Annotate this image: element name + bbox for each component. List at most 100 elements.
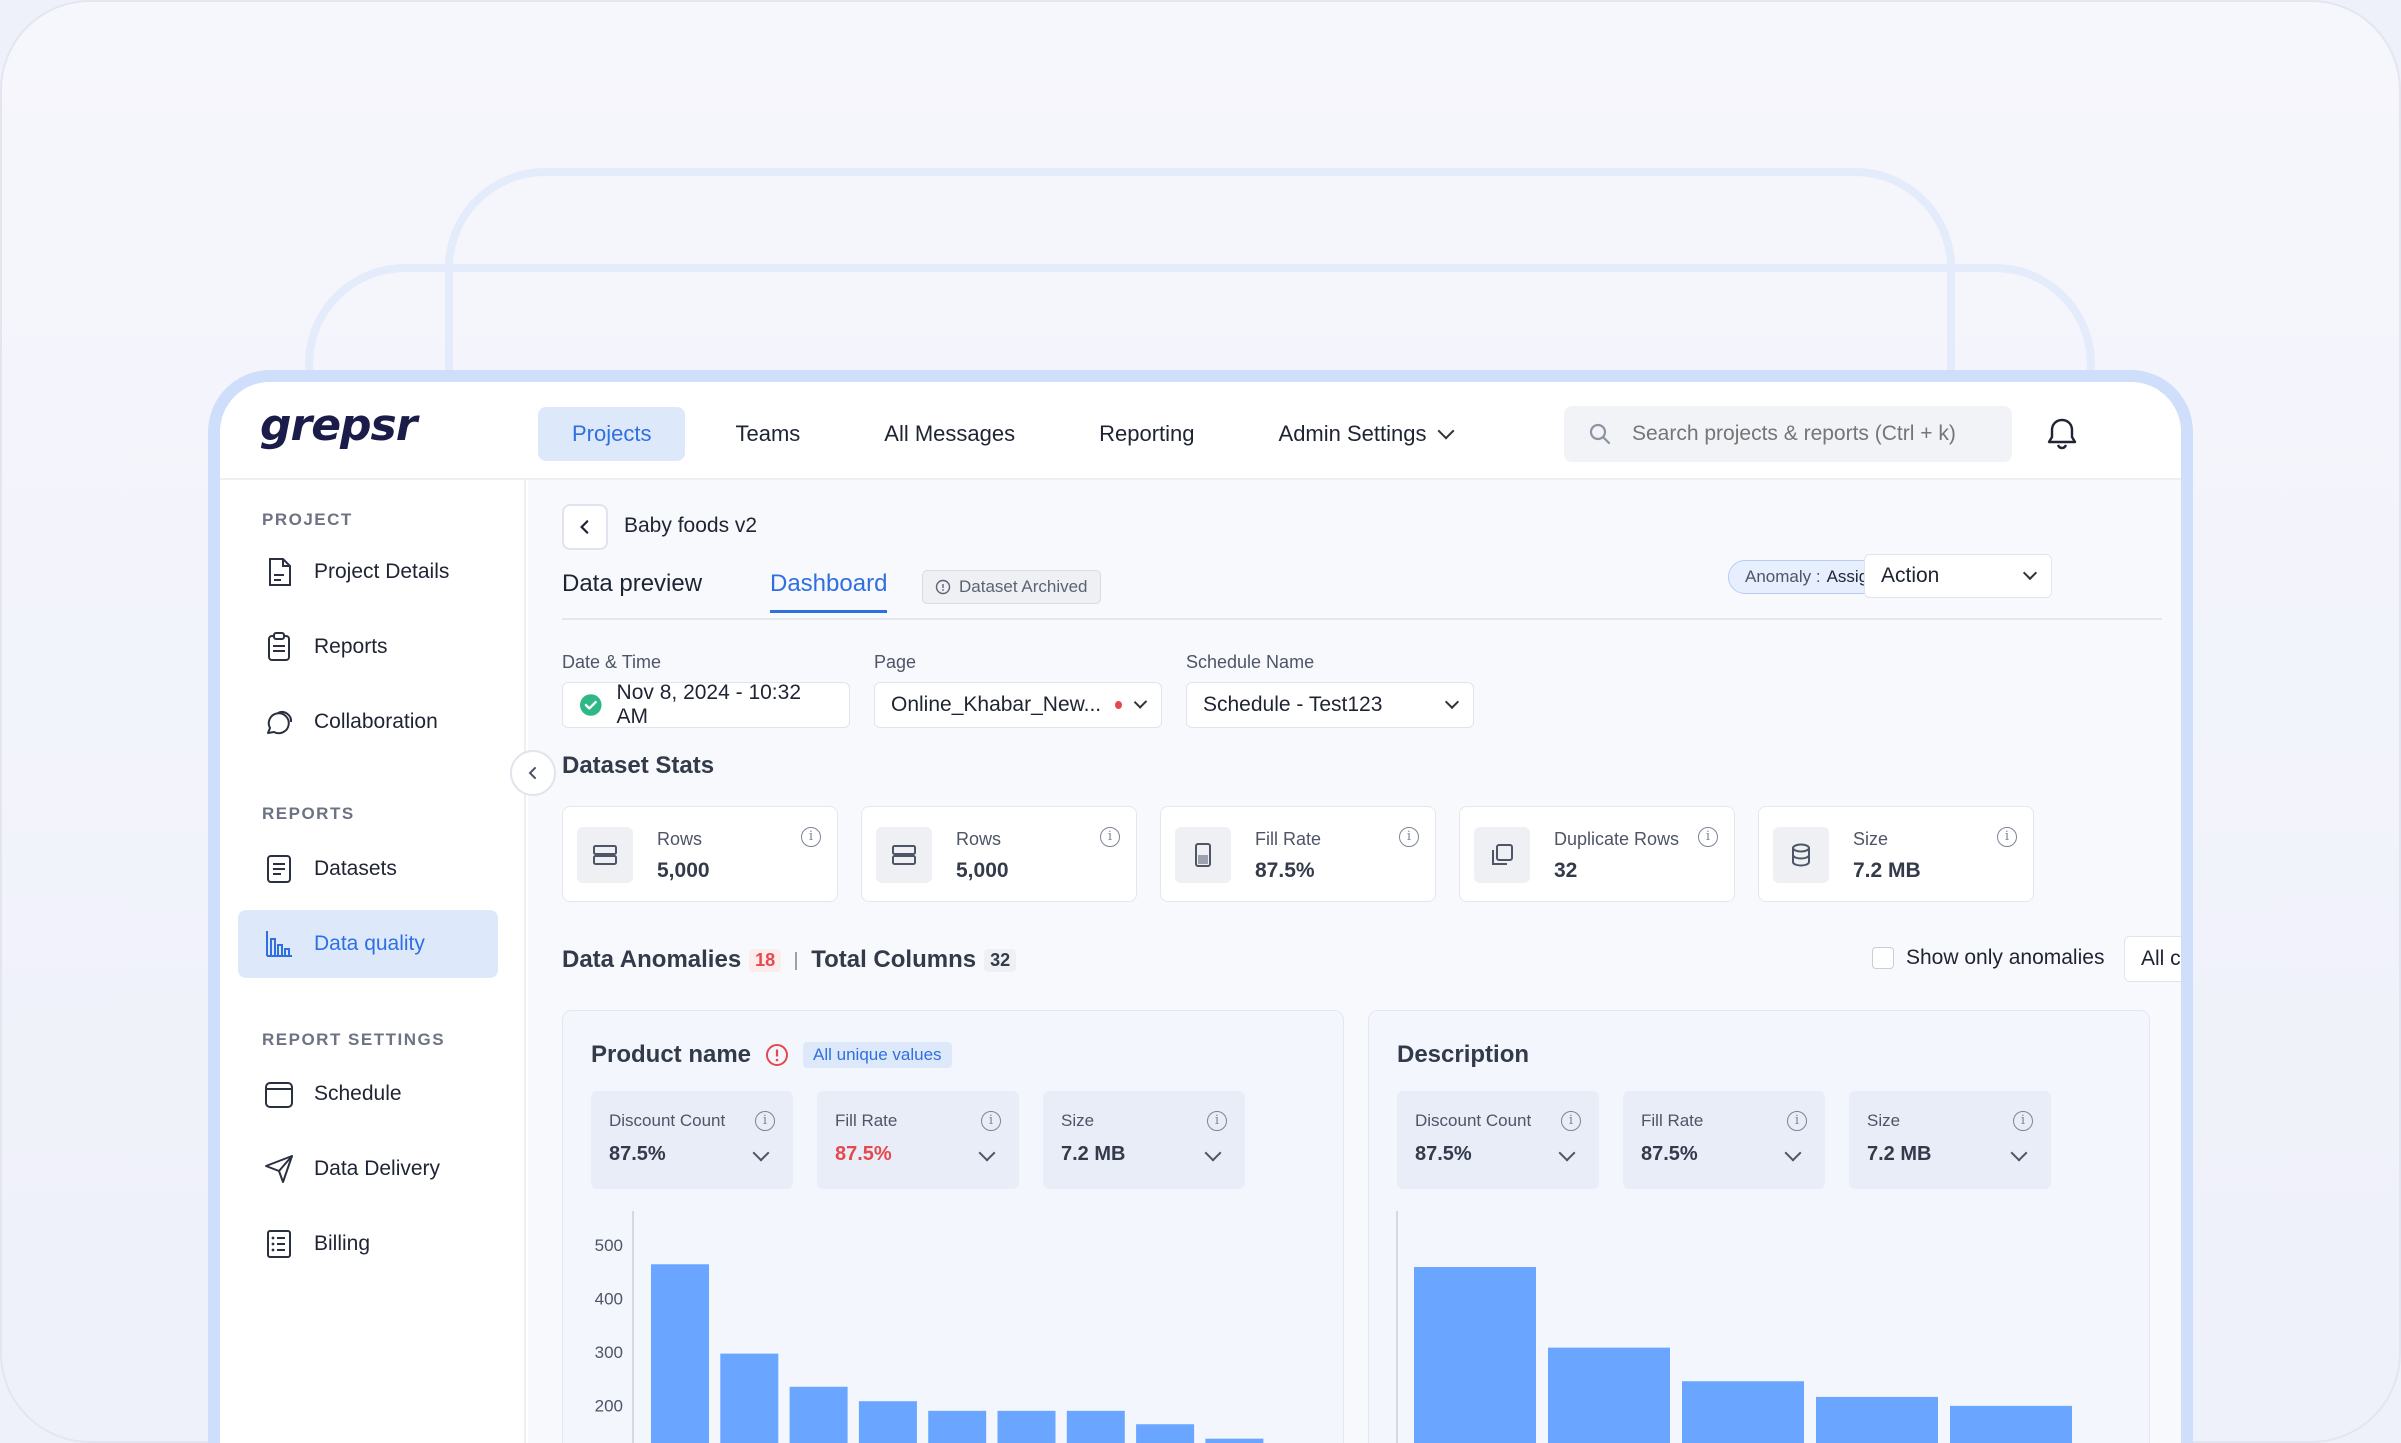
total-columns-title: Total Columns xyxy=(811,946,977,973)
logo[interactable]: grepsr xyxy=(260,400,417,451)
chevron-down-icon[interactable] xyxy=(1784,1144,1802,1162)
sidebar-item-datasets[interactable]: Datasets xyxy=(238,835,498,903)
columns-count-badge: 32 xyxy=(984,949,1017,973)
sidebar-item-data-delivery[interactable]: Data Delivery xyxy=(238,1135,498,1203)
sidebar-item-data-quality[interactable]: Data quality xyxy=(238,910,498,978)
histogram-bar[interactable] xyxy=(928,1410,987,1443)
sidebar-item-project-details[interactable]: Project Details xyxy=(238,538,498,606)
stat-card: Rows 5,000 i xyxy=(562,806,838,902)
mini-stat[interactable]: Size 7.2 MB i xyxy=(1849,1091,2051,1189)
nav-admin-settings[interactable]: Admin Settings xyxy=(1245,407,1487,461)
histogram-bar[interactable] xyxy=(858,1401,917,1443)
sidebar-item-label: Data quality xyxy=(314,932,425,955)
columns-filter-select[interactable]: All columns xyxy=(2124,936,2181,982)
schedule-name-label: Schedule Name xyxy=(1186,652,1315,672)
sidebar-section-title: REPORTS xyxy=(262,804,355,823)
info-icon[interactable]: i xyxy=(1698,827,1718,847)
info-icon[interactable]: i xyxy=(1561,1111,1581,1131)
info-icon[interactable]: i xyxy=(801,827,821,847)
histogram-bar[interactable] xyxy=(1066,1410,1125,1443)
search-input[interactable] xyxy=(1632,422,1992,446)
histogram-bar[interactable] xyxy=(1136,1424,1195,1443)
sidebar-section-title: REPORT SETTINGS xyxy=(262,1030,446,1049)
sidebar-item-label: Data Delivery xyxy=(314,1157,441,1180)
histogram-bar[interactable] xyxy=(1950,1405,2072,1443)
histogram-bar[interactable] xyxy=(789,1386,848,1443)
description-histogram xyxy=(1396,1211,2072,1443)
page-label: Page xyxy=(874,652,917,672)
column-title: Description xyxy=(1397,1041,1530,1068)
alert-icon[interactable] xyxy=(765,1043,789,1067)
histogram-bar[interactable] xyxy=(1548,1347,1670,1443)
page-select[interactable]: Online_Khabar_New... xyxy=(874,682,1162,728)
sidebar-item-collaboration[interactable]: Collaboration xyxy=(238,688,498,756)
chevron-down-icon xyxy=(1133,695,1148,709)
main-nav: Projects Teams All Messages Reporting Ad… xyxy=(538,407,1486,461)
nav-projects[interactable]: Projects xyxy=(538,407,686,461)
histogram-bar[interactable] xyxy=(1816,1396,1938,1443)
stat-card: Rows 5,000 i xyxy=(861,806,1137,902)
show-anomalies-checkbox[interactable] xyxy=(1872,947,1894,969)
chevron-down-icon xyxy=(1444,694,1460,710)
top-bar: grepsr Projects Teams All Messages Repor… xyxy=(220,382,2181,480)
date-time-select[interactable]: Nov 8, 2024 - 10:32 AM xyxy=(562,681,850,728)
sidebar-item-schedule[interactable]: Schedule xyxy=(238,1060,498,1128)
info-icon[interactable]: i xyxy=(1100,827,1120,847)
mini-stat[interactable]: Discount Count 87.5% i xyxy=(1397,1091,1599,1189)
search-box[interactable] xyxy=(1564,406,2012,462)
data-anomalies-title: Data Anomalies xyxy=(562,946,742,973)
info-icon[interactable]: i xyxy=(1207,1111,1227,1131)
nav-reporting[interactable]: Reporting xyxy=(1065,407,1228,461)
schedule-select[interactable]: Schedule - Test123 xyxy=(1186,682,1474,728)
column-card-product-name: Product name All unique values Discount … xyxy=(562,1010,1344,1443)
chevron-down-icon[interactable] xyxy=(752,1144,770,1162)
info-icon[interactable]: i xyxy=(1399,827,1419,847)
info-icon[interactable]: i xyxy=(2013,1111,2033,1131)
chevron-down-icon[interactable] xyxy=(978,1144,996,1162)
stat-card: Size 7.2 MB i xyxy=(1758,806,2034,902)
info-icon[interactable]: i xyxy=(1997,827,2017,847)
histogram-bar[interactable] xyxy=(720,1353,779,1443)
nav-all-messages[interactable]: All Messages xyxy=(850,407,1049,461)
fill-icon xyxy=(1175,827,1231,883)
mini-stat[interactable]: Discount Count 87.5% i xyxy=(591,1091,793,1189)
mini-stat[interactable]: Size 7.2 MB i xyxy=(1043,1091,1245,1189)
document-icon xyxy=(269,558,291,586)
chevron-down-icon[interactable] xyxy=(2010,1144,2028,1162)
mini-stat[interactable]: Fill Rate 87.5% i xyxy=(1623,1091,1825,1189)
sidebar-item-label: Reports xyxy=(314,635,388,658)
histogram-bar[interactable] xyxy=(1205,1438,1264,1443)
chevron-down-icon[interactable] xyxy=(1204,1144,1222,1162)
tab-data-preview[interactable]: Data preview xyxy=(562,570,702,610)
copy-icon xyxy=(1474,827,1530,883)
histogram-bar[interactable] xyxy=(1682,1381,1804,1443)
back-button[interactable] xyxy=(562,504,608,550)
sidebar-section-title: PROJECT xyxy=(262,510,353,529)
chevron-down-icon[interactable] xyxy=(1558,1144,1576,1162)
collapse-sidebar-button[interactable] xyxy=(510,750,556,796)
info-icon[interactable]: i xyxy=(755,1111,775,1131)
tab-dashboard[interactable]: Dashboard xyxy=(770,570,888,613)
nav-teams[interactable]: Teams xyxy=(701,407,834,461)
histogram-bar[interactable] xyxy=(1414,1267,1536,1443)
date-time-label: Date & Time xyxy=(562,652,662,672)
sidebar-item-label: Collaboration xyxy=(314,710,438,733)
histogram-bar[interactable] xyxy=(651,1264,709,1443)
stat-card: Fill Rate 87.5% i xyxy=(1160,806,1436,902)
chevron-down-icon xyxy=(1437,422,1455,440)
y-tick-label: 400 xyxy=(595,1290,623,1309)
sidebar-item-billing[interactable]: Billing xyxy=(238,1210,498,1278)
column-title: Product name All unique values xyxy=(591,1041,952,1069)
sidebar-item-label: Billing xyxy=(314,1232,371,1255)
action-dropdown[interactable]: Action xyxy=(1864,554,2052,598)
sidebar-item-reports[interactable]: Reports xyxy=(238,613,498,681)
histogram-bar[interactable] xyxy=(997,1410,1056,1443)
info-icon[interactable]: i xyxy=(981,1111,1001,1131)
main-content: Baby foods v2 Data preview Dashboard Dat… xyxy=(528,480,2181,1443)
divider xyxy=(795,951,798,970)
list-icon xyxy=(267,855,291,883)
bell-icon[interactable] xyxy=(2042,414,2082,454)
mini-stat[interactable]: Fill Rate 87.5% i xyxy=(817,1091,1019,1189)
info-icon[interactable]: i xyxy=(1787,1111,1807,1131)
sidebar-item-label: Schedule xyxy=(314,1082,402,1105)
